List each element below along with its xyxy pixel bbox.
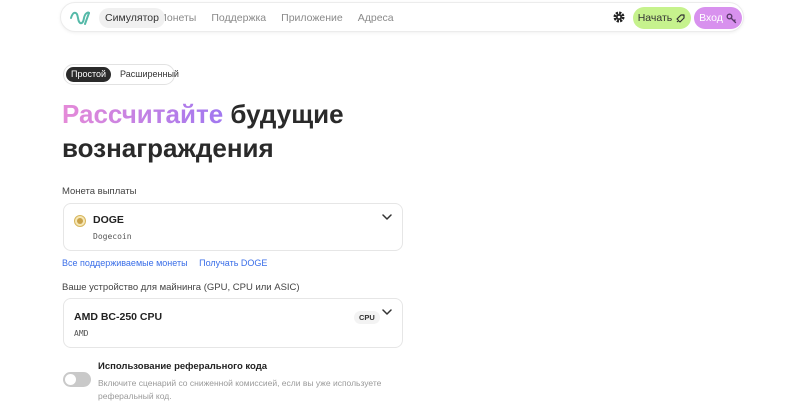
chevron-down-icon	[382, 214, 392, 220]
login-button[interactable]: Вход	[694, 7, 742, 29]
logo-icon[interactable]	[69, 9, 91, 27]
payout-coin-select[interactable]: DOGE Dogecoin	[63, 203, 403, 251]
top-navbar: Симулятор Монеты Поддержка Приложение Ад…	[60, 2, 744, 32]
coin-full-name: Dogecoin	[93, 232, 132, 241]
gear-icon[interactable]	[612, 10, 626, 24]
mode-simple-tab[interactable]: Простой	[66, 67, 112, 82]
device-vendor: AMD	[74, 329, 89, 338]
key-icon	[726, 13, 737, 23]
device-name: AMD BC-250 CPU	[74, 311, 163, 323]
chevron-down-icon	[382, 309, 392, 315]
nav-item-app[interactable]: Приложение	[281, 12, 343, 24]
coin-links: Все поддерживаемые монеты Получать DOGE	[62, 258, 276, 268]
page-title-line2: вознаграждения	[62, 133, 274, 163]
get-doge-link[interactable]: Получать DOGE	[199, 258, 267, 268]
start-button-label: Начать	[637, 12, 673, 24]
start-button[interactable]: Начать	[633, 7, 691, 29]
device-select[interactable]: AMD BC-250 CPU AMD CPU	[63, 298, 403, 348]
referral-title: Использование реферального кода	[98, 361, 268, 372]
page-title-accent: Рассчитайте	[62, 99, 224, 129]
payout-coin-label: Монета выплаты	[62, 186, 137, 197]
rocket-icon	[676, 13, 685, 23]
coin-name: DOGE	[93, 214, 124, 226]
device-label: Ваше устройство для майнинга (GPU, CPU и…	[62, 282, 300, 293]
nav-item-simulator[interactable]: Симулятор	[99, 8, 165, 28]
nav-menu: Симулятор Монеты Поддержка Приложение Ад…	[99, 3, 409, 33]
referral-description: Включите сценарий со сниженной комиссией…	[98, 378, 382, 401]
referral-toggle[interactable]	[63, 372, 91, 387]
device-type-badge: CPU	[354, 311, 380, 324]
mode-advanced-tab[interactable]: Расширенный	[115, 67, 184, 82]
nav-item-addresses[interactable]: Адреса	[358, 12, 394, 24]
page-title-rest: будущие	[230, 99, 344, 129]
page-title: Рассчитайте будущие вознаграждения	[62, 97, 422, 165]
mode-toggle: Простой Расширенный	[63, 64, 179, 85]
all-coins-link[interactable]: Все поддерживаемые монеты	[62, 258, 188, 268]
login-button-label: Вход	[699, 12, 723, 24]
nav-item-support[interactable]: Поддержка	[211, 12, 266, 24]
doge-coin-icon	[74, 215, 86, 227]
